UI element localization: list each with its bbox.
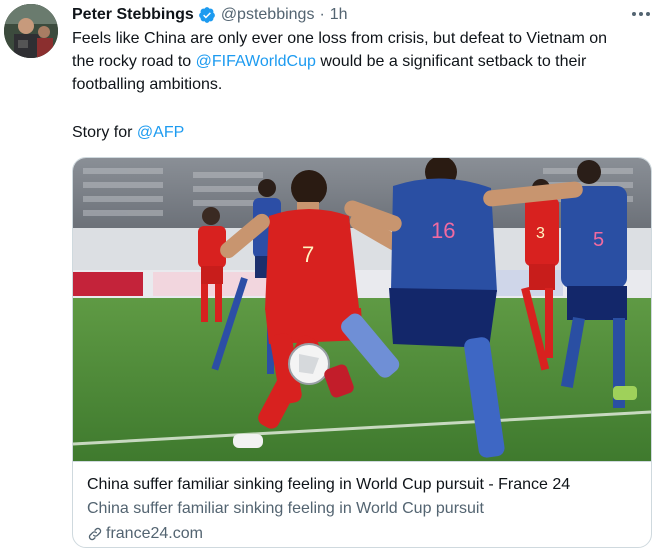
tweet-text: Feels like China are only ever one loss … xyxy=(72,27,652,96)
jersey-number: 5 xyxy=(593,229,604,251)
tweet-text-fragment: the rocky road to xyxy=(72,53,196,70)
more-dot xyxy=(632,12,636,16)
story-prefix: Story for xyxy=(72,124,137,141)
link-icon xyxy=(88,527,102,541)
card-title[interactable]: China suffer familiar sinking feeling in… xyxy=(87,476,570,494)
tweet-timestamp[interactable]: 1h xyxy=(330,6,348,24)
tweet-text-fragment: would be a significant setback to their xyxy=(315,53,587,70)
more-options-icon[interactable] xyxy=(628,2,654,26)
card-text[interactable]: China suffer familiar sinking feeling in… xyxy=(73,461,651,547)
jersey-number: 16 xyxy=(431,218,455,243)
avatar-photo xyxy=(4,4,58,58)
mention-link-afp[interactable]: @AFP xyxy=(137,124,184,141)
author-name[interactable]: Peter Stebbings xyxy=(72,6,194,24)
mention-link-fifaworldcup[interactable]: @FIFAWorldCup xyxy=(196,53,316,70)
card-image[interactable]: 3 5 7 16 xyxy=(73,158,651,461)
jersey-number: 3 xyxy=(536,225,545,242)
more-dot xyxy=(646,12,650,16)
jersey-number: 7 xyxy=(302,242,314,267)
tweet-text-line: footballing ambitions. xyxy=(72,76,223,93)
more-dot xyxy=(639,12,643,16)
tweet-text-line: the rocky road to @FIFAWorldCup would be… xyxy=(72,50,652,73)
card-domain[interactable]: france24.com xyxy=(87,525,203,543)
card-domain-text: france24.com xyxy=(106,525,203,542)
football-match-photo: 3 5 7 16 xyxy=(73,158,651,461)
avatar[interactable] xyxy=(4,4,58,58)
author-handle[interactable]: @pstebbings xyxy=(221,6,315,24)
separator-dot: · xyxy=(319,6,325,23)
verified-badge-icon xyxy=(198,7,215,23)
link-preview-card[interactable]: 3 5 7 16 China suffer familiar sinking f… xyxy=(72,157,652,548)
card-description[interactable]: China suffer familiar sinking feeling in… xyxy=(87,500,484,518)
tweet-text-line: Feels like China are only ever one loss … xyxy=(72,30,608,47)
tweet-header: Peter Stebbings @pstebbings · 1h xyxy=(72,4,348,26)
story-line: Story for @AFP xyxy=(72,121,184,144)
